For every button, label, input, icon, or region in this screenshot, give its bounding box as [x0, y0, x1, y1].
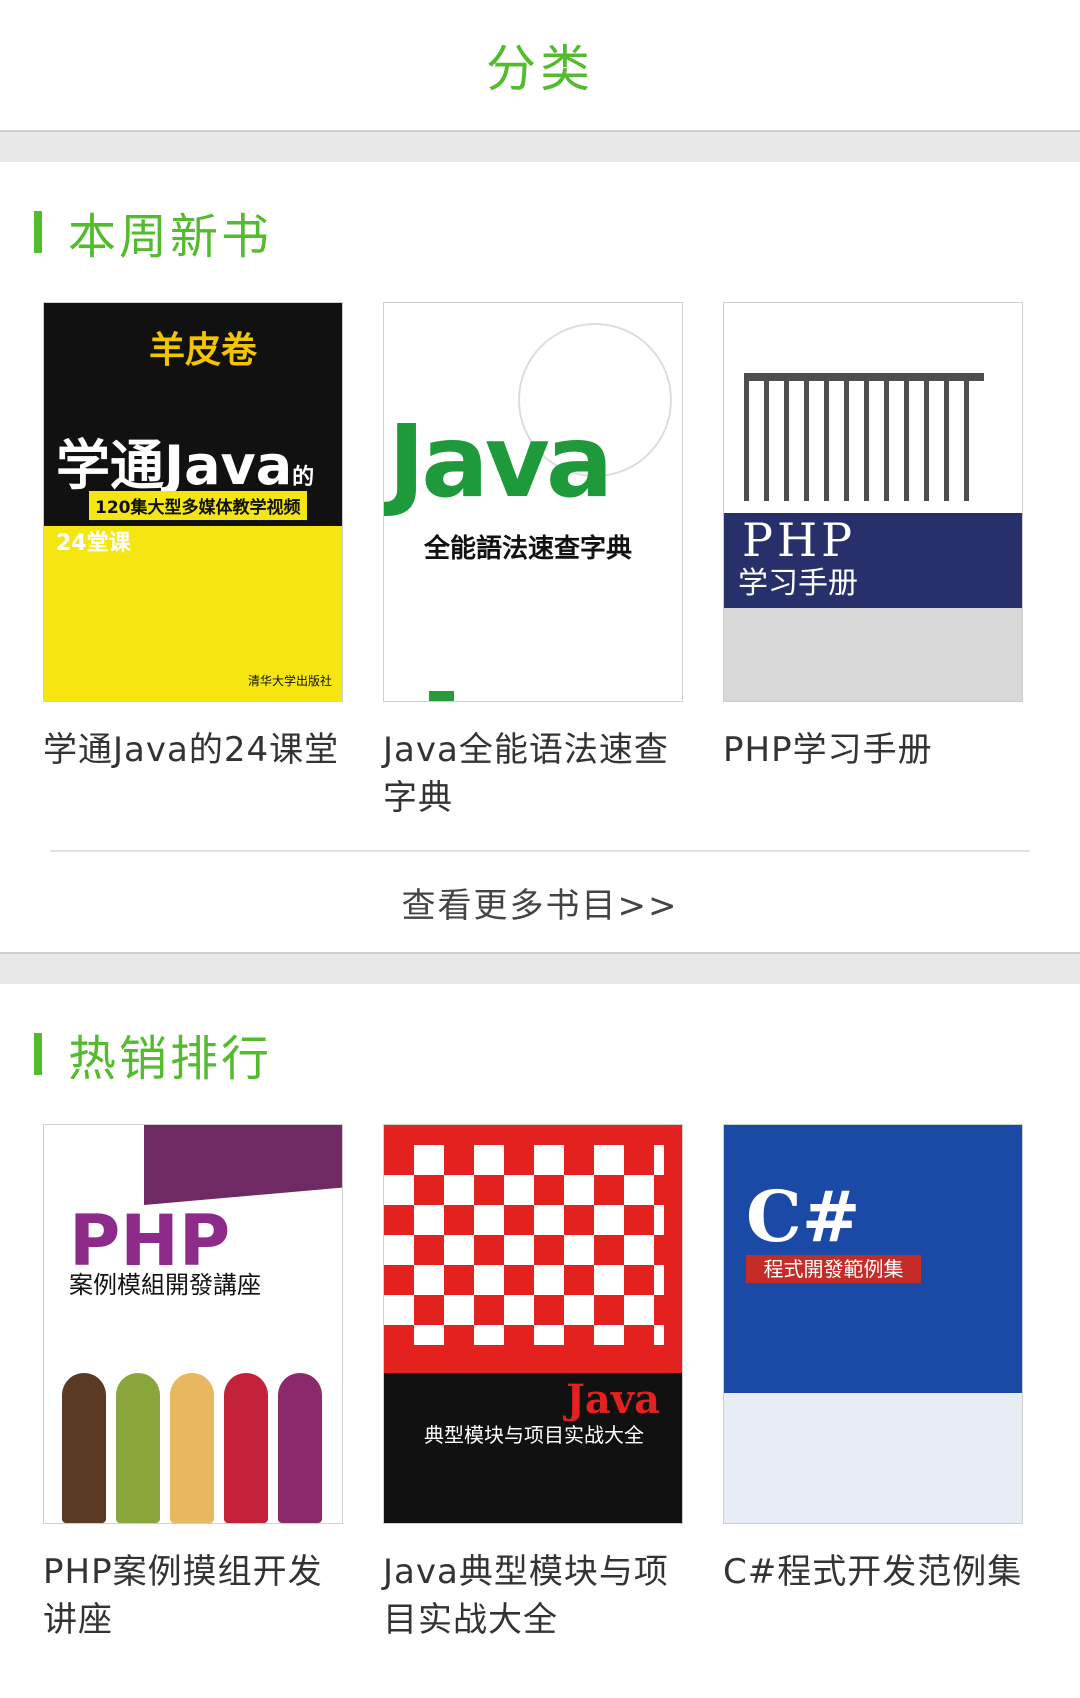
- book-cover[interactable]: PHP 学习手册: [723, 302, 1023, 702]
- new-books-section: 本周新书 羊皮卷 学通Java的24堂课 120集大型多媒体教学视频 清华大学出…: [0, 162, 1080, 952]
- cover-graphic: [384, 1145, 664, 1345]
- cover-subtitle: 学习手册: [738, 566, 858, 601]
- book-grid: PHP 案例模組開發講座 PHP案例摸组开发讲座 Java 典型模块与项目实战大…: [0, 1124, 1080, 1644]
- section-marker: [34, 211, 42, 253]
- spoon-image: [224, 1373, 268, 1523]
- book-cover[interactable]: PHP 案例模組開發講座: [43, 1124, 343, 1524]
- book-cover[interactable]: 羊皮卷 学通Java的24堂课 120集大型多媒体教学视频 清华大学出版社: [43, 302, 343, 702]
- book-title[interactable]: 学通Java的24课堂: [43, 726, 343, 774]
- book-cover[interactable]: C# 程式開發範例集: [723, 1124, 1023, 1524]
- book-title[interactable]: Java全能语法速查字典: [383, 726, 683, 822]
- book-title[interactable]: PHP案例摸组开发讲座: [43, 1548, 343, 1644]
- book-grid: 羊皮卷 学通Java的24堂课 120集大型多媒体教学视频 清华大学出版社 学通…: [0, 302, 1080, 822]
- book-card[interactable]: PHP 学习手册 PHP学习手册: [723, 302, 1063, 822]
- book-card[interactable]: PHP 案例模組開發講座 PHP案例摸组开发讲座: [43, 1124, 383, 1644]
- cover-publisher: 清华大学出版社: [247, 674, 332, 688]
- section-divider-band: [0, 130, 1080, 162]
- spoon-image: [278, 1373, 322, 1523]
- book-card[interactable]: Java 典型模块与项目实战大全 Java典型模块与项目实战大全: [383, 1124, 723, 1644]
- spoon-image: [170, 1373, 214, 1523]
- book-title[interactable]: Java典型模块与项目实战大全: [383, 1548, 683, 1644]
- book-title[interactable]: C#程式开发范例集: [723, 1548, 1023, 1596]
- book-title[interactable]: PHP学习手册: [723, 726, 1023, 774]
- section-marker: [34, 1033, 42, 1075]
- hot-books-section: 热销排行 PHP 案例模組開發講座 PHP案例摸组开发讲座 Java 典型模块与…: [0, 984, 1080, 1644]
- page-header: 分类: [0, 0, 1080, 130]
- section-title: 热销排行: [68, 1031, 273, 1087]
- spoon-image: [116, 1373, 160, 1523]
- cover-subtitle: 全能語法速查字典: [424, 534, 633, 564]
- book-card[interactable]: Java 全能語法速查字典 Java全能语法速查字典: [383, 302, 723, 822]
- book-card[interactable]: 羊皮卷 学通Java的24堂课 120集大型多媒体教学视频 清华大学出版社 学通…: [43, 302, 383, 822]
- cover-title: Java: [565, 1376, 660, 1423]
- spoon-image: [62, 1373, 106, 1523]
- book-card[interactable]: C# 程式開發範例集 C#程式开发范例集: [723, 1124, 1063, 1644]
- cover-logo: 羊皮卷: [149, 330, 258, 371]
- cover-subtitle: 典型模块与项目实战大全: [424, 1423, 644, 1447]
- section-divider-band: [0, 952, 1080, 984]
- cover-title: C#: [746, 1175, 861, 1258]
- section-header: 热销排行: [0, 984, 1080, 1124]
- book-cover[interactable]: Java 典型模块与项目实战大全: [383, 1124, 683, 1524]
- cover-title: Java: [388, 403, 613, 520]
- cover-graphic: [144, 1125, 342, 1205]
- cover-subtitle: 案例模組開發講座: [69, 1271, 261, 1299]
- more-books-link[interactable]: 查看更多书目>>: [0, 852, 1080, 952]
- book-cover[interactable]: Java 全能語法速查字典: [383, 302, 683, 702]
- temple-image: [744, 373, 984, 501]
- cover-subtitle: 程式開發範例集: [746, 1255, 921, 1283]
- section-header: 本周新书: [0, 162, 1080, 302]
- cover-graphic: [724, 608, 1022, 701]
- section-title: 本周新书: [68, 209, 273, 265]
- cover-strip: 120集大型多媒体教学视频: [89, 491, 307, 520]
- cover-graphic: [724, 1393, 1022, 1523]
- cover-graphic: [429, 691, 454, 701]
- page-title: 分类: [486, 40, 594, 98]
